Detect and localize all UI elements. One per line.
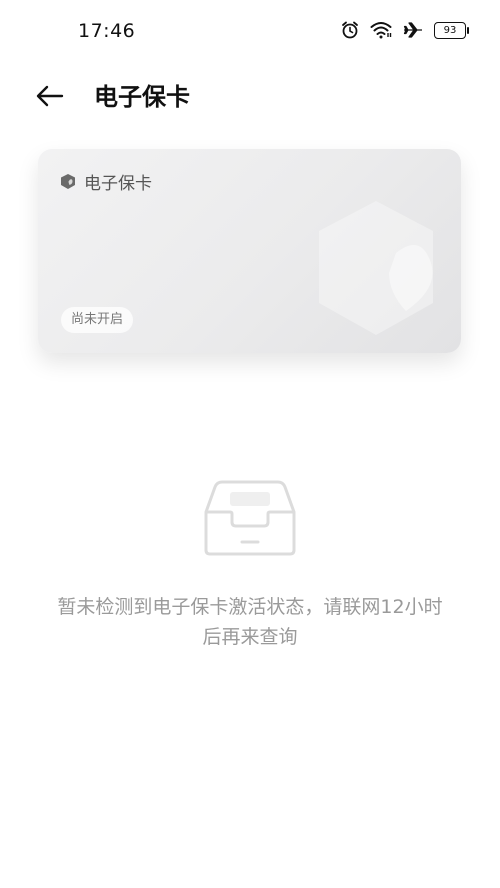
wifi-icon [370, 21, 392, 39]
arrow-left-icon [36, 85, 64, 107]
status-time: 17:46 [78, 20, 136, 42]
page-title: 电子保卡 [94, 83, 190, 111]
empty-state-line2: 后再来查询 [202, 626, 298, 648]
back-button[interactable] [30, 76, 70, 116]
empty-state-line1: 暂未检测到电子保卡激活状态，请联网12小时 [57, 596, 443, 618]
airplane-icon [402, 21, 424, 39]
warranty-card[interactable]: 电子保卡 尚未开启 [38, 149, 461, 353]
header: 电子保卡 [0, 64, 500, 124]
alarm-icon [340, 20, 360, 40]
inbox-tray-icon [204, 480, 296, 556]
status-bar: 17:46 93 [0, 0, 500, 64]
card-title-row: 电子保卡 [60, 169, 152, 194]
card-watermark-icon [319, 201, 433, 335]
empty-state-message: 暂未检测到电子保卡激活状态，请联网12小时 后再来查询 [30, 592, 470, 652]
battery-icon: 93 [434, 21, 469, 39]
shield-icon [61, 174, 75, 189]
card-title: 电子保卡 [84, 174, 152, 194]
status-badge: 尚未开启 [61, 307, 134, 333]
status-icons: 93 [340, 20, 469, 40]
